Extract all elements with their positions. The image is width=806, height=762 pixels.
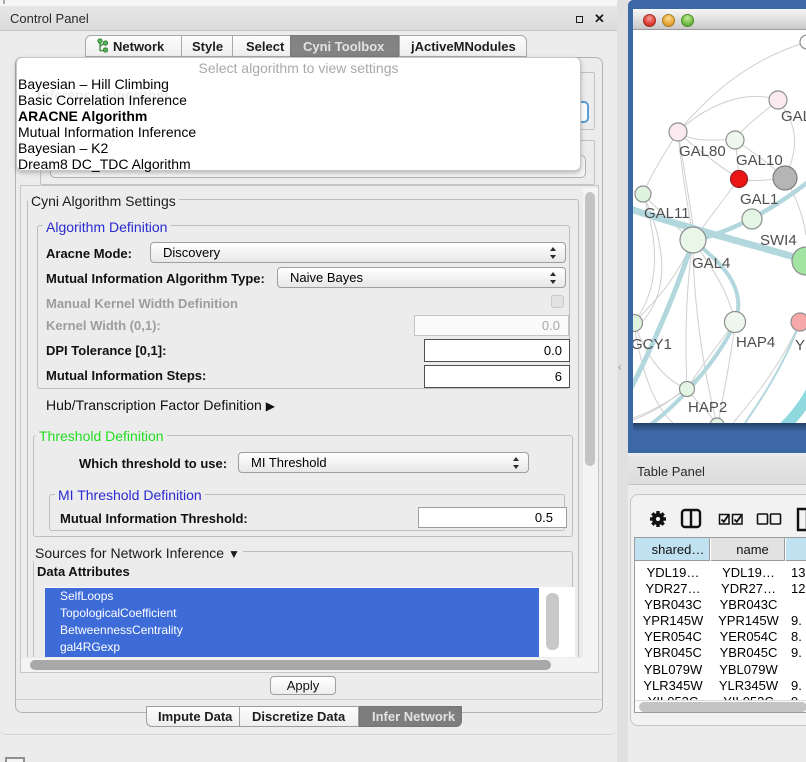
svg-text:GAL4: GAL4: [692, 255, 730, 272]
svg-text:GAL10: GAL10: [736, 152, 783, 169]
svg-text:GAL11: GAL11: [644, 205, 690, 222]
svg-text:Y: Y: [795, 337, 805, 354]
svg-text:HAP2: HAP2: [688, 399, 727, 416]
svg-text:GAL80: GAL80: [679, 143, 726, 160]
svg-text:GCY1: GCY1: [633, 336, 672, 353]
svg-text:SWI4: SWI4: [760, 232, 797, 249]
svg-text:HAP4: HAP4: [736, 334, 775, 351]
svg-text:GAL1: GAL1: [740, 191, 778, 208]
svg-text:GAL: GAL: [781, 108, 806, 125]
